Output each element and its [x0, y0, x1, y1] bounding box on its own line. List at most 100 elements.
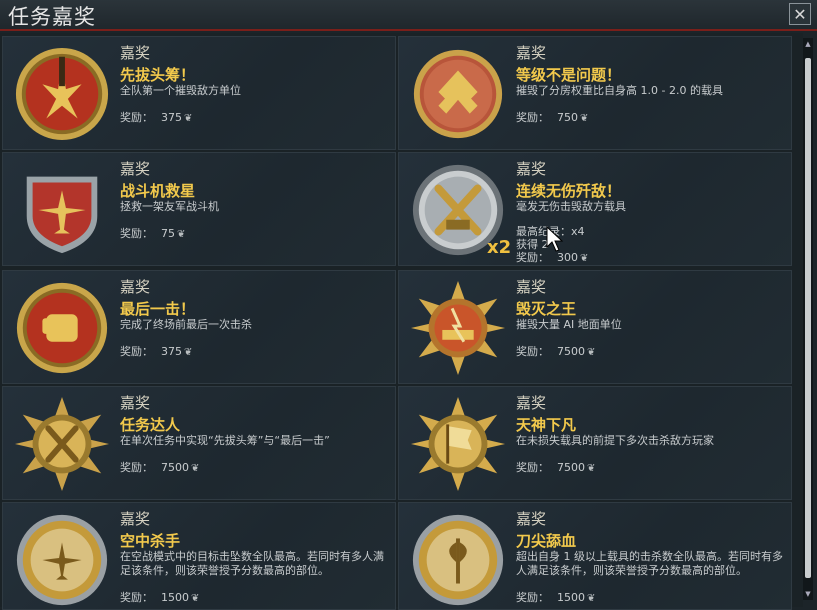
reward-value: 7500 — [161, 461, 189, 474]
award-card[interactable]: 嘉奖 最后一击！ 完成了终场前最后一次击杀 奖励： 375 ❦ — [2, 270, 396, 384]
reward-label: 奖励： — [120, 461, 153, 474]
award-category: 嘉奖 — [120, 510, 151, 528]
feather-icon: ❦ — [191, 463, 200, 474]
reward-value: 300 — [557, 251, 578, 264]
award-name: 空中杀手 — [120, 532, 181, 550]
award-name: 刀尖舔血 — [516, 532, 577, 550]
reward-label: 奖励： — [516, 461, 549, 474]
window-title: 任务嘉奖 — [8, 5, 96, 29]
scroll-up-icon[interactable]: ▲ — [803, 40, 813, 48]
award-name: 先拔头筹！ — [120, 66, 196, 84]
award-category: 嘉奖 — [516, 160, 547, 178]
reward-label: 奖励： — [120, 111, 153, 124]
award-name: 毁灭之王 — [516, 300, 577, 318]
reward-value: 750 — [557, 111, 578, 124]
award-name: 天神下凡 — [516, 416, 577, 434]
scrollbar[interactable]: ▲ ▼ — [803, 38, 813, 600]
reward-label: 奖励： — [120, 591, 153, 604]
reward-label: 奖励： — [516, 111, 549, 124]
feather-icon: ❦ — [587, 463, 596, 474]
reward-label: 奖励： — [120, 227, 153, 240]
plane-wreath-medal-icon — [13, 511, 111, 609]
award-reward: 奖励： 1500 ❦ — [120, 589, 199, 605]
award-category: 嘉奖 — [120, 44, 151, 62]
award-name: 最后一击！ — [120, 300, 196, 318]
award-reward: 奖励： 375 ❦ — [120, 109, 192, 125]
award-card[interactable]: 嘉奖 毁灭之王 摧毁大量 AI 地面单位 奖励： 7500 ❦ — [398, 270, 792, 384]
award-desc: 超出自身 1 级以上载具的击杀数全队最高。若同时有多人满足该条件，则该荣誉授予分… — [516, 550, 783, 577]
award-card[interactable]: x2 嘉奖 连续无伤歼敌！ 毫发无伤击毁敌方载具 最高纪录：x4 获得 2 奖励… — [398, 152, 792, 266]
award-category: 嘉奖 — [516, 510, 547, 528]
award-reward: 奖励： 375 ❦ — [120, 343, 192, 359]
award-card[interactable]: 嘉奖 任务达人 在单次任务中实现“先拔头筹”与“最后一击” 奖励： 7500 ❦ — [2, 386, 396, 500]
award-category: 嘉奖 — [516, 278, 547, 296]
reward-value: 1500 — [557, 591, 585, 604]
feather-icon: ❦ — [580, 253, 589, 264]
axe-wreath-medal-icon — [409, 511, 507, 609]
award-desc: 全队第一个摧毁敌方单位 — [120, 84, 241, 97]
reward-value: 7500 — [557, 345, 585, 358]
fighter-shield-icon — [13, 161, 111, 259]
award-category: 嘉奖 — [120, 394, 151, 412]
award-category: 嘉奖 — [516, 394, 547, 412]
feather-icon: ❦ — [191, 593, 200, 604]
reward-value: 375 — [161, 111, 182, 124]
destroyer-star-medal-icon — [409, 279, 507, 377]
award-category: 嘉奖 — [120, 160, 151, 178]
reward-label: 奖励： — [516, 251, 549, 264]
award-name: 任务达人 — [120, 416, 181, 434]
reward-value: 75 — [161, 227, 175, 240]
flag-star-medal-icon — [409, 395, 507, 493]
multiplier-badge: x2 — [487, 237, 512, 258]
reward-value: 375 — [161, 345, 182, 358]
rank-chevron-medal-icon — [409, 45, 507, 143]
reward-value: 7500 — [557, 461, 585, 474]
award-reward: 奖励： 750 ❦ — [516, 109, 588, 125]
award-reward: 奖励： 75 ❦ — [120, 225, 185, 241]
award-reward: 奖励： 7500 ❦ — [516, 459, 595, 475]
reward-value: 1500 — [161, 591, 189, 604]
award-card[interactable]: 嘉奖 空中杀手 在空战模式中的目标击坠数全队最高。若同时有多人满足该条件，则该荣… — [2, 502, 396, 610]
award-reward: 奖励： 1500 ❦ — [516, 589, 595, 605]
tools-star-medal-icon — [13, 395, 111, 493]
feather-icon: ❦ — [184, 113, 193, 124]
award-name: 等级不是问题！ — [516, 66, 622, 84]
award-card[interactable]: 嘉奖 战斗机救星 拯救一架友军战斗机 奖励： 75 ❦ — [2, 152, 396, 266]
reward-label: 奖励： — [120, 345, 153, 358]
award-card[interactable]: 嘉奖 天神下凡 在未损失载具的前提下多次击杀敌方玩家 奖励： 7500 ❦ — [398, 386, 792, 500]
award-reward: 奖励： 7500 ❦ — [516, 343, 595, 359]
award-card[interactable]: 嘉奖 等级不是问题！ 摧毁了分房权重比自身高 1.0 - 2.0 的载具 奖励：… — [398, 36, 792, 150]
award-desc: 摧毁大量 AI 地面单位 — [516, 318, 622, 331]
scroll-down-icon[interactable]: ▼ — [803, 590, 813, 598]
award-category: 嘉奖 — [120, 278, 151, 296]
feather-icon: ❦ — [177, 229, 186, 240]
award-desc: 毫发无伤击毁敌方载具 — [516, 200, 626, 213]
close-icon: ✕ — [793, 5, 807, 24]
fist-medal-icon — [13, 279, 111, 377]
award-card[interactable]: 嘉奖 先拔头筹！ 全队第一个摧毁敌方单位 奖励： 375 ❦ — [2, 36, 396, 150]
feather-icon: ❦ — [580, 113, 589, 124]
feather-icon: ❦ — [184, 347, 193, 358]
mouse-cursor-icon — [546, 225, 564, 252]
record-value: x4 — [571, 225, 585, 238]
reward-label: 奖励： — [516, 591, 549, 604]
reward-label: 奖励： — [516, 345, 549, 358]
close-button[interactable]: ✕ — [789, 3, 811, 25]
award-category: 嘉奖 — [516, 44, 547, 62]
feather-icon: ❦ — [587, 347, 596, 358]
scrollbar-thumb[interactable] — [805, 58, 811, 578]
first-strike-medal-icon — [13, 45, 111, 143]
award-desc: 在未损失载具的前提下多次击杀敌方玩家 — [516, 434, 714, 447]
awards-panel: 嘉奖 先拔头筹！ 全队第一个摧毁敌方单位 奖励： 375 ❦ 嘉奖 等级不是问题！ … — [0, 33, 803, 610]
award-card[interactable]: 嘉奖 刀尖舔血 超出自身 1 级以上载具的击杀数全队最高。若同时有多人满足该条件… — [398, 502, 792, 610]
award-name: 连续无伤歼敌！ — [516, 182, 622, 200]
award-reward: 奖励： 7500 ❦ — [120, 459, 199, 475]
award-desc: 在单次任务中实现“先拔头筹”与“最后一击” — [120, 434, 330, 447]
award-desc: 摧毁了分房权重比自身高 1.0 - 2.0 的载具 — [516, 84, 723, 97]
award-desc: 拯救一架友军战斗机 — [120, 200, 219, 213]
title-bar: 任务嘉奖 ✕ — [0, 0, 817, 31]
award-name: 战斗机救星 — [120, 182, 196, 200]
award-desc: 在空战模式中的目标击坠数全队最高。若同时有多人满足该条件，则该荣誉授予分数最高的… — [120, 550, 384, 577]
award-desc: 完成了终场前最后一次击杀 — [120, 318, 252, 331]
feather-icon: ❦ — [587, 593, 596, 604]
